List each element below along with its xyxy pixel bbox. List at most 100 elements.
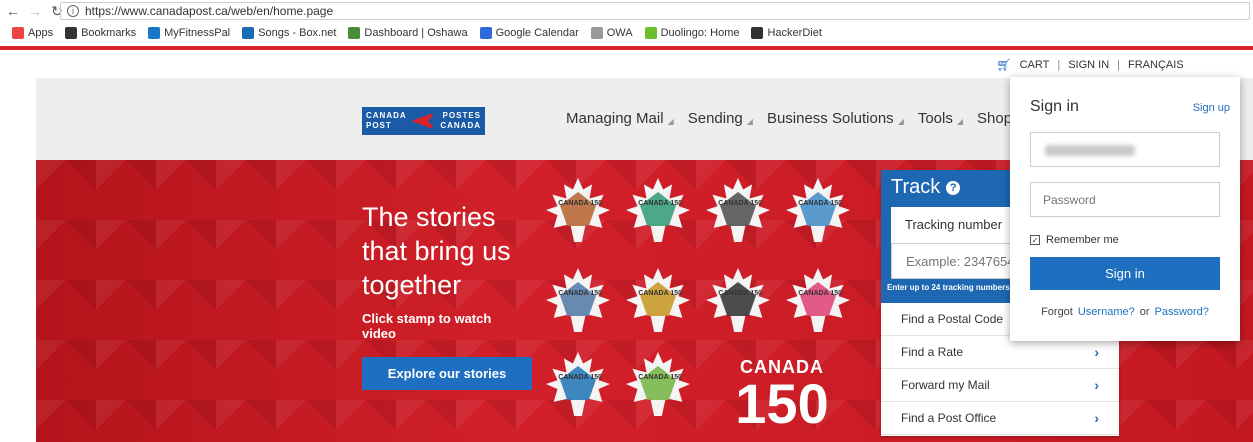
page-icon: page-icon [590, 27, 603, 39]
logo-text: POST [366, 121, 392, 130]
forward-icon[interactable]: → [26, 2, 44, 20]
stamp-label: CANADA 150 [558, 200, 602, 207]
quick-link[interactable]: Find a Post Office › [881, 402, 1119, 435]
remember-me-checkbox[interactable]: ✓ [1030, 235, 1040, 245]
nav-item[interactable]: Shop [977, 110, 1012, 127]
nav-item-label: Tools [917, 110, 953, 127]
password-field[interactable] [1030, 182, 1220, 217]
eagle-icon [411, 112, 436, 130]
forgot-username-link[interactable]: Username? [1078, 306, 1135, 318]
remember-me-label: Remember me [1046, 234, 1119, 246]
signin-link[interactable]: SIGN IN [1068, 59, 1109, 71]
divider: | [1117, 59, 1121, 71]
nav-item-label: Managing Mail [566, 110, 664, 127]
bookmark-item[interactable]: hackerdiet-iconHackerDiet [747, 27, 825, 39]
stamp-video-link[interactable]: CANADA 150 [626, 352, 690, 416]
bookmark-label: Apps [28, 27, 54, 39]
track-title: Track ? [891, 176, 961, 199]
stamp-video-link[interactable]: CANADA 150 [626, 268, 690, 332]
canada-150-number: 150 [735, 372, 829, 435]
quick-link-label: Forward my Mail [901, 378, 990, 392]
dropdown-caret-icon: ◢ [667, 117, 674, 126]
canada-post-logo[interactable]: CANADA POST POSTES CANADA [362, 107, 485, 135]
signin-dropdown: Sign in Sign up ✓ Remember me Sign in Fo… [1010, 77, 1240, 341]
stamp-art [560, 366, 596, 400]
myfitnesspal-icon: myfitnesspal-icon [148, 27, 161, 39]
stamp-label: CANADA 150 [798, 290, 842, 297]
bookmark-label: Songs - Box.net [258, 27, 337, 39]
stamp-video-link[interactable]: CANADA 150 [786, 178, 850, 242]
stamp-art [560, 192, 596, 226]
address-bar[interactable]: i https://www.canadapost.ca/web/en/home.… [60, 2, 1250, 20]
browser-toolbar: ← → ↻ i https://www.canadapost.ca/web/en… [0, 0, 1253, 22]
nav-item[interactable]: Managing Mail ◢ [566, 110, 674, 127]
top-red-rule [0, 46, 1253, 50]
bookmark-item[interactable]: calendar-iconGoogle Calendar [476, 27, 583, 39]
nav-item[interactable]: Sending ◢ [688, 110, 753, 127]
quick-link[interactable]: Forward my Mail › [881, 369, 1119, 402]
stamp-art [720, 282, 756, 316]
bookmarks-bar: apps-grid-icon Apps star-iconBookmarks myfi… [0, 22, 1253, 44]
bookmark-item[interactable]: star-iconBookmarks [61, 27, 140, 39]
quick-link-label: Find a Postal Code [901, 312, 1004, 326]
stamp-label: CANADA 150 [638, 374, 682, 381]
info-icon[interactable]: i [67, 5, 79, 17]
forgot-credentials: Forgot Username? or Password? [1030, 306, 1220, 318]
nav-item-label: Shop [977, 110, 1013, 127]
bookmark-item[interactable]: box-iconSongs - Box.net [238, 27, 340, 39]
bookmark-item[interactable]: page-iconOWA [587, 27, 637, 39]
stamp-art [800, 192, 836, 226]
stamp-label: CANADA 150 [558, 290, 602, 297]
cart-link[interactable]: CART [1020, 59, 1050, 71]
quick-link-label: Find a Rate [901, 345, 964, 359]
stamp-art [640, 366, 676, 400]
cart-icon[interactable]: 🛒︎ [996, 58, 1011, 72]
bookmark-item[interactable]: dashboard-iconDashboard | Oshawa [344, 27, 471, 39]
stamp-video-link[interactable]: CANADA 150 [546, 178, 610, 242]
back-icon[interactable]: ← [4, 2, 22, 20]
bookmark-item[interactable]: myfitnesspal-iconMyFitnessPal [144, 27, 234, 39]
track-title-text: Track [891, 176, 941, 198]
hero-title: The stories that bring us together [362, 202, 511, 300]
language-link[interactable]: FRANÇAIS [1128, 59, 1184, 71]
dropdown-caret-icon: ◢ [746, 117, 753, 126]
star-icon: star-icon [65, 27, 78, 39]
stamp-art [640, 192, 676, 226]
nav-item[interactable]: Business Solutions ◢ [767, 110, 904, 127]
forgot-password-link[interactable]: Password? [1155, 306, 1209, 318]
nav-item[interactable]: Tools ◢ [918, 110, 963, 127]
bookmark-item[interactable]: apps-grid-icon Apps [8, 27, 57, 39]
bookmark-label: Dashboard | Oshawa [364, 27, 468, 39]
chevron-right-icon: › [1094, 377, 1099, 393]
stamp-art [800, 282, 836, 316]
stamp-video-link[interactable]: CANADA 150 [706, 268, 770, 332]
stamp-label: CANADA 150 [718, 290, 762, 297]
signup-link[interactable]: Sign up [1193, 102, 1230, 114]
stamp-video-link[interactable]: CANADA 150 [546, 352, 610, 416]
duolingo-icon: duolingo-icon [644, 27, 657, 39]
signin-button[interactable]: Sign in [1030, 257, 1220, 290]
hackerdiet-icon: hackerdiet-icon [751, 27, 764, 39]
stamp-label: CANADA 150 [718, 200, 762, 207]
stamp-video-link[interactable]: CANADA 150 [786, 268, 850, 332]
nav-item-label: Business Solutions [766, 110, 894, 127]
nav-item-label: Sending [687, 110, 743, 127]
username-field[interactable] [1030, 132, 1220, 167]
logo-text: POSTES [442, 111, 481, 120]
stamp-video-link[interactable]: CANADA 150 [626, 178, 690, 242]
help-icon[interactable]: ? [946, 180, 961, 195]
canada-150-mark: CANADA 150 [732, 357, 832, 435]
box-icon: box-icon [242, 27, 255, 39]
explore-stories-button[interactable]: Explore our stories [362, 357, 532, 390]
stamp-video-link[interactable]: CANADA 150 [706, 178, 770, 242]
quick-link-label: Find a Post Office [901, 411, 997, 425]
stamp-label: CANADA 150 [638, 290, 682, 297]
remember-me[interactable]: ✓ Remember me [1030, 234, 1119, 246]
stamp-art [640, 282, 676, 316]
url-text: https://www.canadapost.ca/web/en/home.pa… [85, 4, 334, 18]
bookmark-label: Google Calendar [495, 27, 579, 39]
calendar-icon: calendar-icon [479, 27, 492, 39]
stamp-video-link[interactable]: CANADA 150 [546, 268, 610, 332]
bookmark-item[interactable]: duolingo-iconDuolingo: Home [641, 27, 744, 39]
bookmark-label: HackerDiet [767, 27, 822, 39]
